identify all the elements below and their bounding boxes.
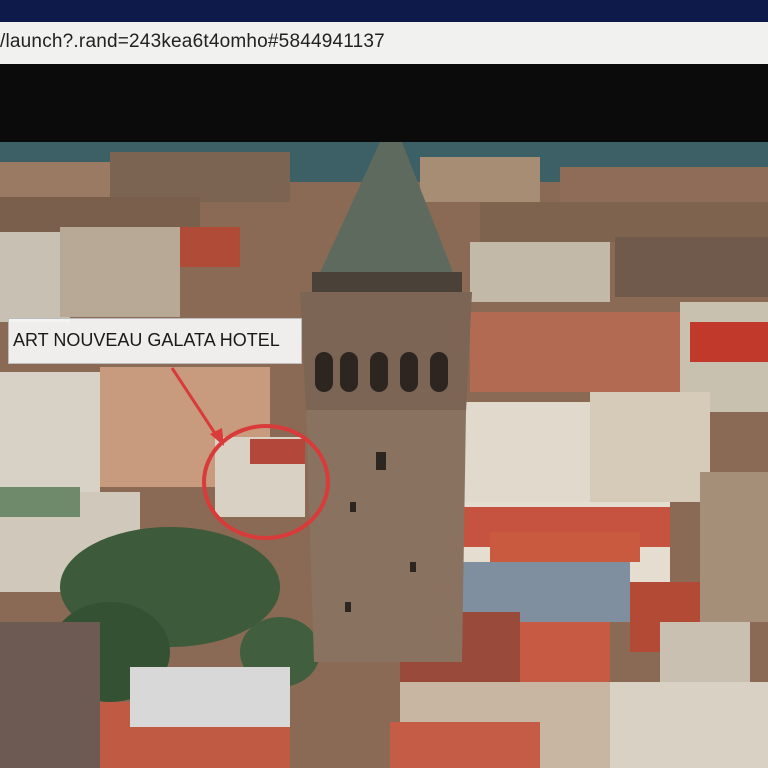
hotel-label-text: ART NOUVEAU GALATA HOTEL	[13, 330, 280, 350]
address-bar[interactable]: /launch?.rand=243kea6t4omho#5844941137	[0, 22, 768, 65]
top-window-strip	[0, 0, 768, 22]
white-roof-building	[130, 667, 290, 727]
street-plaza	[0, 622, 100, 768]
city-aerial-photo	[0, 142, 768, 768]
address-url-text[interactable]: /launch?.rand=243kea6t4omho#5844941137	[0, 31, 385, 53]
hotel-label-box: ART NOUVEAU GALATA HOTEL	[8, 318, 302, 364]
dark-band	[0, 64, 768, 142]
